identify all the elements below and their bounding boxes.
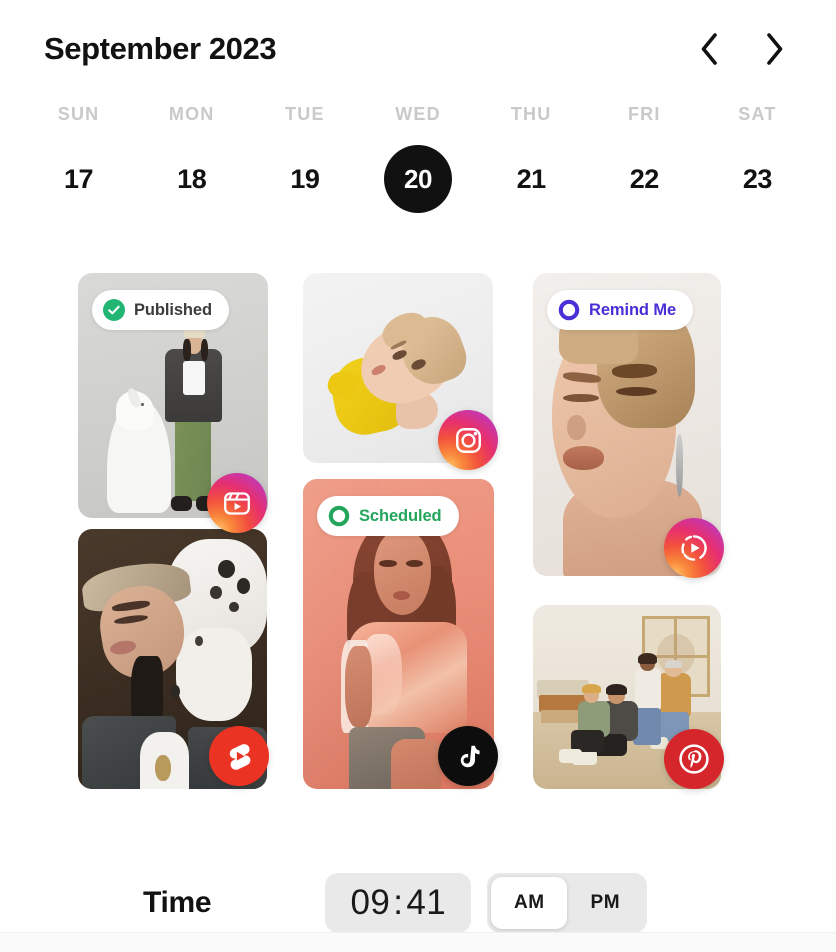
- circle-outline-icon: [328, 505, 350, 527]
- weekday-label-sun: SUN: [57, 104, 100, 124]
- tiktok-icon[interactable]: [438, 726, 498, 786]
- time-minute: 41: [406, 882, 447, 922]
- instagram-stories-icon[interactable]: [664, 518, 724, 578]
- chevron-left-icon: [698, 32, 720, 66]
- time-hour: 09: [350, 882, 391, 922]
- date-number: 17: [64, 163, 94, 194]
- check-circle-filled-icon: [103, 299, 125, 321]
- date-cell-18[interactable]: 18: [135, 161, 248, 197]
- post-card[interactable]: [533, 605, 724, 789]
- calendar-screen: September 2023 SUN MON TUE WED THU FRI S…: [0, 0, 836, 952]
- circle-outline-icon: [558, 299, 580, 321]
- date-cell-23[interactable]: 23: [701, 161, 814, 197]
- date-number: 19: [290, 163, 320, 194]
- instagram-reels-icon[interactable]: [207, 473, 267, 533]
- date-cell-22[interactable]: 22: [588, 161, 701, 197]
- chevron-right-icon: [764, 32, 786, 66]
- post-card[interactable]: [78, 529, 269, 789]
- weekday-label-mon: MON: [168, 104, 215, 124]
- status-badge: Scheduled: [317, 496, 459, 536]
- date-number: 21: [516, 163, 547, 194]
- page-title: September 2023: [44, 31, 277, 66]
- date-cell-21[interactable]: 21: [475, 161, 588, 197]
- time-value-field[interactable]: 09 : 41: [325, 872, 472, 933]
- status-badge: Published: [92, 290, 229, 330]
- weekday-label-thu: THU: [510, 104, 552, 124]
- date-number: 20: [383, 145, 452, 213]
- weekday-label-tue: TUE: [285, 104, 325, 124]
- next-week-button[interactable]: [756, 30, 794, 68]
- date-strip: 17 18 19 20 21 22 23: [0, 143, 836, 215]
- youtube-shorts-icon[interactable]: [209, 726, 269, 786]
- weekday-label-sat: SAT: [738, 104, 777, 124]
- status-badge: Remind Me: [547, 290, 694, 330]
- status-label: Published: [134, 300, 212, 319]
- meridiem-toggle: AM PM: [487, 872, 648, 933]
- week-navigation: [690, 30, 794, 68]
- post-grid: Published Remind Me Scheduled: [0, 248, 836, 813]
- meridiem-option-am[interactable]: AM: [491, 876, 568, 929]
- instagram-icon[interactable]: [438, 410, 498, 470]
- footer-band: [0, 932, 836, 952]
- date-number: 22: [629, 163, 660, 194]
- post-card[interactable]: Scheduled: [303, 479, 498, 789]
- time-label: Time: [143, 885, 212, 919]
- meridiem-option-pm[interactable]: PM: [567, 877, 643, 929]
- status-label: Remind Me: [589, 300, 677, 319]
- date-cell-17[interactable]: 17: [22, 161, 135, 197]
- date-number: 18: [177, 163, 207, 194]
- weekday-header-row: SUN MON TUE WED THU FRI SAT: [0, 104, 836, 125]
- prev-week-button[interactable]: [690, 30, 728, 68]
- date-number: 23: [742, 163, 773, 194]
- post-card[interactable]: Published: [78, 273, 268, 533]
- post-card[interactable]: [303, 273, 498, 470]
- date-cell-20-selected[interactable]: 20: [361, 145, 474, 213]
- status-label: Scheduled: [359, 506, 442, 525]
- weekday-label-fri: FRI: [627, 104, 661, 124]
- date-cell-19[interactable]: 19: [248, 161, 361, 197]
- pinterest-icon[interactable]: [664, 729, 724, 789]
- calendar-header: September 2023: [0, 0, 836, 98]
- time-separator: :: [393, 882, 404, 922]
- weekday-label-wed: WED: [395, 104, 441, 124]
